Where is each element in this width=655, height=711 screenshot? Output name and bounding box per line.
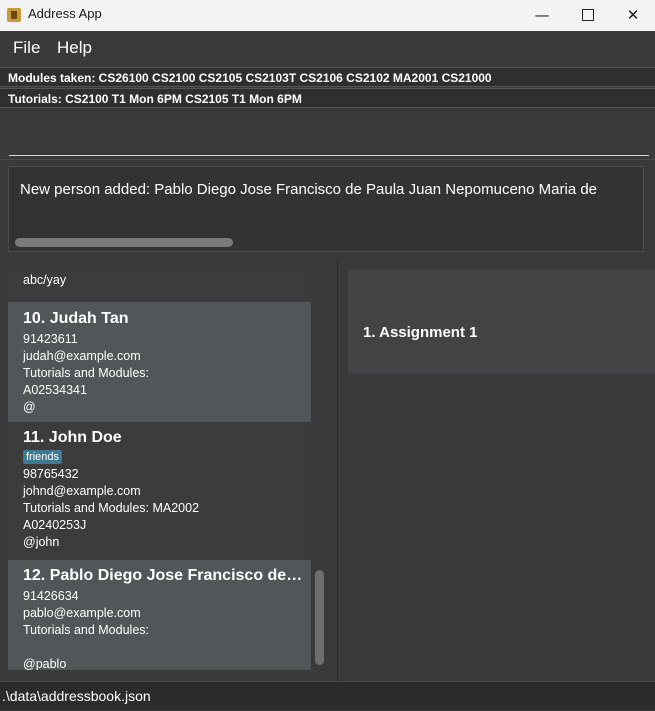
- maximize-icon: [582, 8, 594, 21]
- person-phone: 91426634: [23, 589, 79, 603]
- maximize-button[interactable]: [565, 0, 611, 31]
- assignment-label: 1. Assignment 1: [363, 324, 478, 341]
- person-telegram: @: [23, 400, 36, 414]
- close-button[interactable]: ✕: [610, 0, 655, 31]
- person-name: 10. Judah Tan: [23, 310, 129, 327]
- person-tutorials: Tutorials and Modules:: [23, 623, 149, 637]
- person-tutorials: Tutorials and Modules:: [23, 366, 149, 380]
- tutorials-bar: Tutorials: CS2100 T1 Mon 6PM CS2105 T1 M…: [0, 88, 655, 108]
- list-item[interactable]: abc/yay: [8, 270, 311, 302]
- person-student-id: A0240253J: [23, 518, 87, 532]
- person-extra: abc/yay: [23, 273, 67, 287]
- person-email: johnd@example.com: [23, 484, 141, 498]
- assignment-panel: 1. Assignment 1: [338, 260, 655, 681]
- person-phone: 98765432: [23, 467, 79, 481]
- person-student-id: [23, 639, 311, 656]
- menu-help[interactable]: Help: [57, 38, 92, 58]
- person-student-id: A02534341: [23, 383, 87, 397]
- minimize-button[interactable]: —: [519, 0, 565, 31]
- person-name: 12. Pablo Diego Jose Francisco de P...: [23, 567, 303, 584]
- person-email: judah@example.com: [23, 349, 141, 363]
- person-list[interactable]: abc/yay 10. Judah Tan 91423611 judah@exa…: [8, 270, 311, 670]
- person-card-11[interactable]: 11. John Doe friends 98765432 johnd@exam…: [8, 422, 311, 560]
- menu-file[interactable]: File: [13, 38, 40, 58]
- person-telegram: @pablo: [23, 657, 67, 670]
- tag-badge: friends: [23, 450, 63, 464]
- person-list-panel: abc/yay 10. Judah Tan 91423611 judah@exa…: [0, 260, 338, 681]
- person-telegram: @john: [23, 535, 60, 549]
- result-display: New person added: Pablo Diego Jose Franc…: [8, 166, 644, 252]
- title-bar: Address App — ✕: [0, 0, 655, 31]
- person-name: 11. John Doe: [23, 429, 122, 446]
- menu-bar: File Help: [0, 31, 655, 67]
- person-phone: 91423611: [23, 332, 78, 346]
- window-title: Address App: [28, 6, 102, 21]
- result-text: New person added: Pablo Diego Jose Franc…: [20, 181, 598, 198]
- result-display-area: New person added: Pablo Diego Jose Franc…: [0, 159, 655, 260]
- modules-taken-bar: Modules taken: CS26100 CS2100 CS2105 CS2…: [0, 67, 655, 87]
- person-email: pablo@example.com: [23, 606, 141, 620]
- app-icon: [7, 8, 21, 22]
- assignment-card[interactable]: 1. Assignment 1: [348, 270, 655, 374]
- person-card-12[interactable]: 12. Pablo Diego Jose Francisco de P... 9…: [8, 560, 311, 670]
- horizontal-scrollbar[interactable]: [15, 238, 233, 247]
- command-box: [0, 109, 655, 159]
- command-input[interactable]: [9, 117, 649, 156]
- person-tutorials: Tutorials and Modules: MA2002: [23, 501, 200, 515]
- person-card-10[interactable]: 10. Judah Tan 91423611 judah@example.com…: [8, 302, 311, 422]
- vertical-scrollbar[interactable]: [315, 570, 324, 665]
- status-bar: .\data\addressbook.json: [0, 681, 655, 710]
